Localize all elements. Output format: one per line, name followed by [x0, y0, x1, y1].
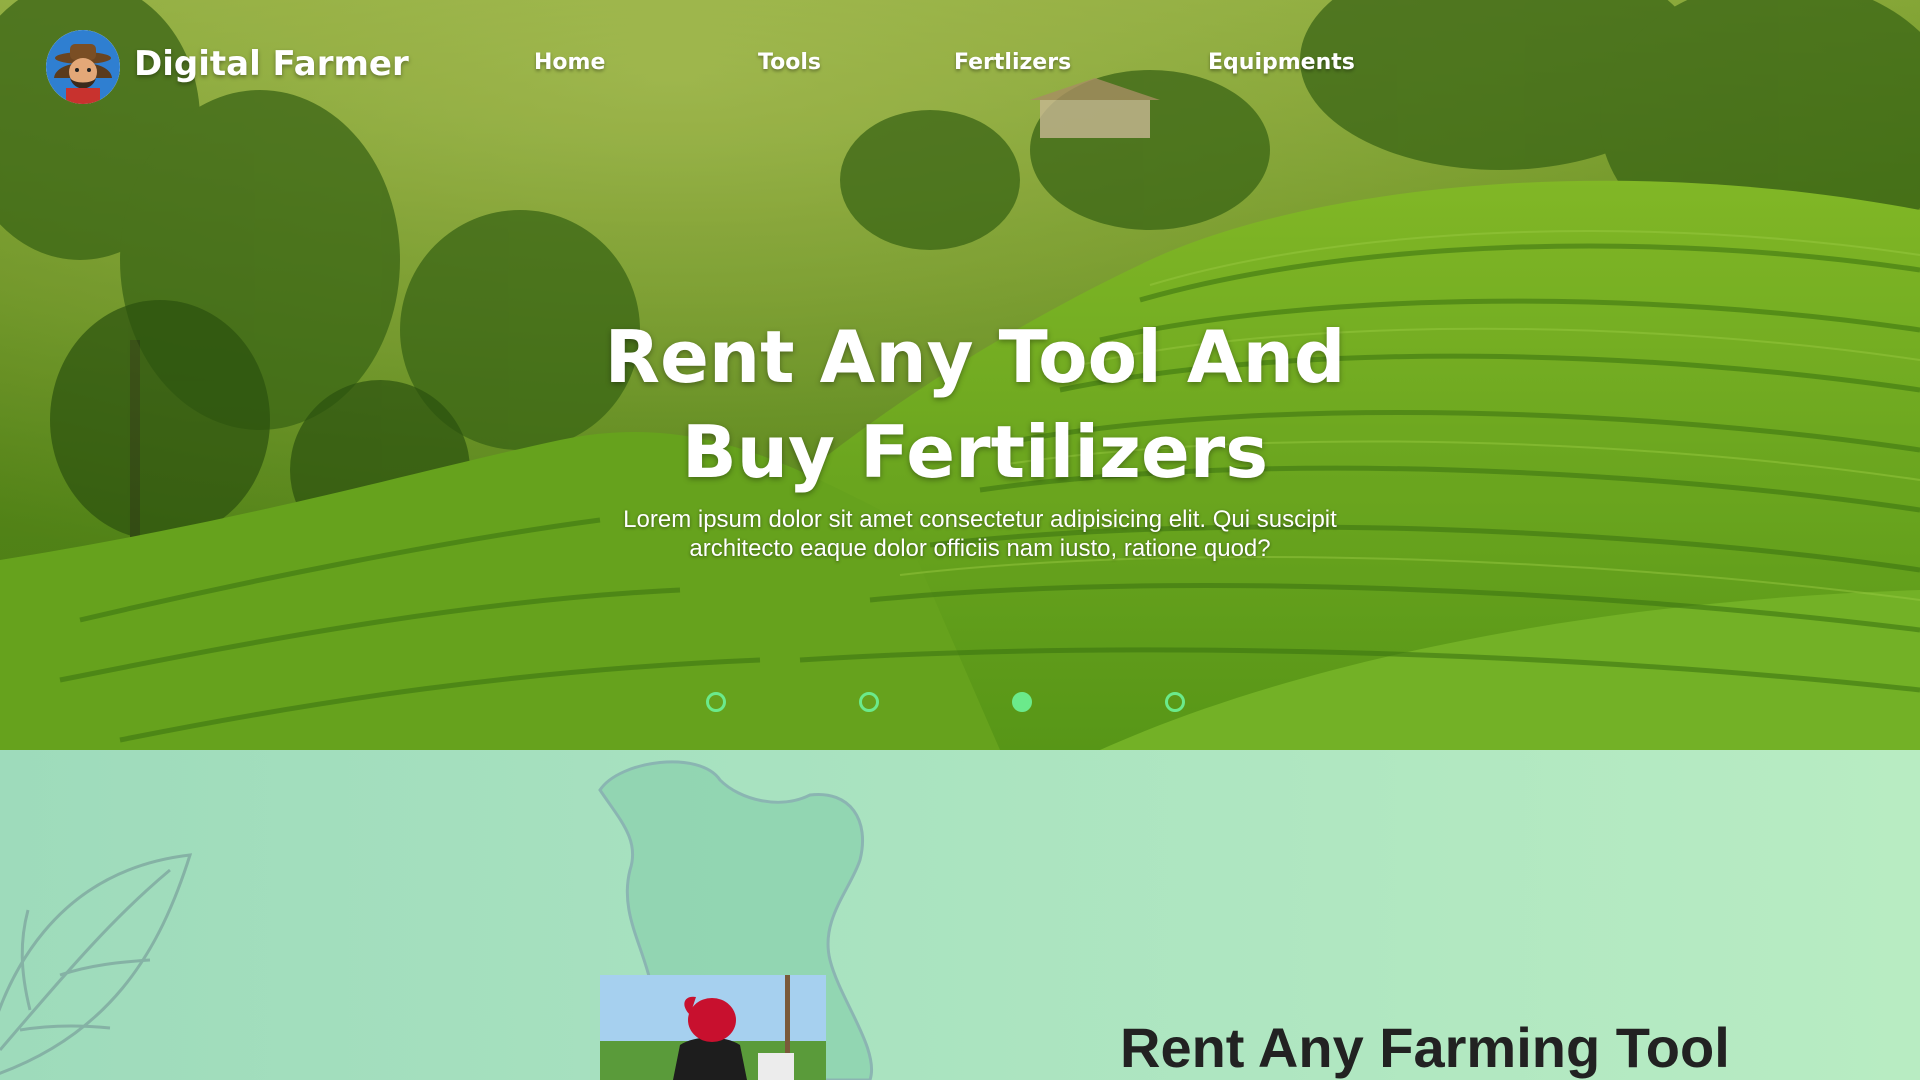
section-title: Rent Any Farming Tool — [1120, 1016, 1730, 1079]
nav-link-home[interactable]: Home — [534, 50, 605, 75]
hero-headline-line-2: Buy Fertilizers — [681, 410, 1269, 494]
hero-headline-line-1: Rent Any Tool And — [604, 315, 1346, 399]
rent-tools-section: Rent Any Farming Tool — [0, 750, 1920, 1080]
carousel-dot-3[interactable] — [1012, 692, 1032, 712]
top-navigation: Digital Farmer Home Tools Fertlizers Equ… — [0, 0, 1920, 130]
carousel-dot-4[interactable] — [1165, 692, 1185, 712]
nav-link-tools[interactable]: Tools — [758, 50, 821, 75]
hero-subtitle: Lorem ipsum dolor sit amet consectetur a… — [623, 506, 1337, 562]
farmer-photo — [600, 975, 826, 1080]
carousel-dot-1[interactable] — [706, 692, 726, 712]
nav-link-equipments[interactable]: Equipments — [1208, 50, 1355, 75]
hero-headline: Rent Any Tool And Buy Fertilizers — [560, 310, 1390, 500]
farmer-avatar-icon[interactable] — [46, 30, 120, 104]
leaf-icon — [0, 853, 193, 1075]
carousel-dot-2[interactable] — [859, 692, 879, 712]
brand-name[interactable]: Digital Farmer — [134, 44, 409, 84]
hero-banner: Digital Farmer Home Tools Fertlizers Equ… — [0, 0, 1920, 750]
nav-link-fertilizers[interactable]: Fertlizers — [954, 50, 1071, 75]
